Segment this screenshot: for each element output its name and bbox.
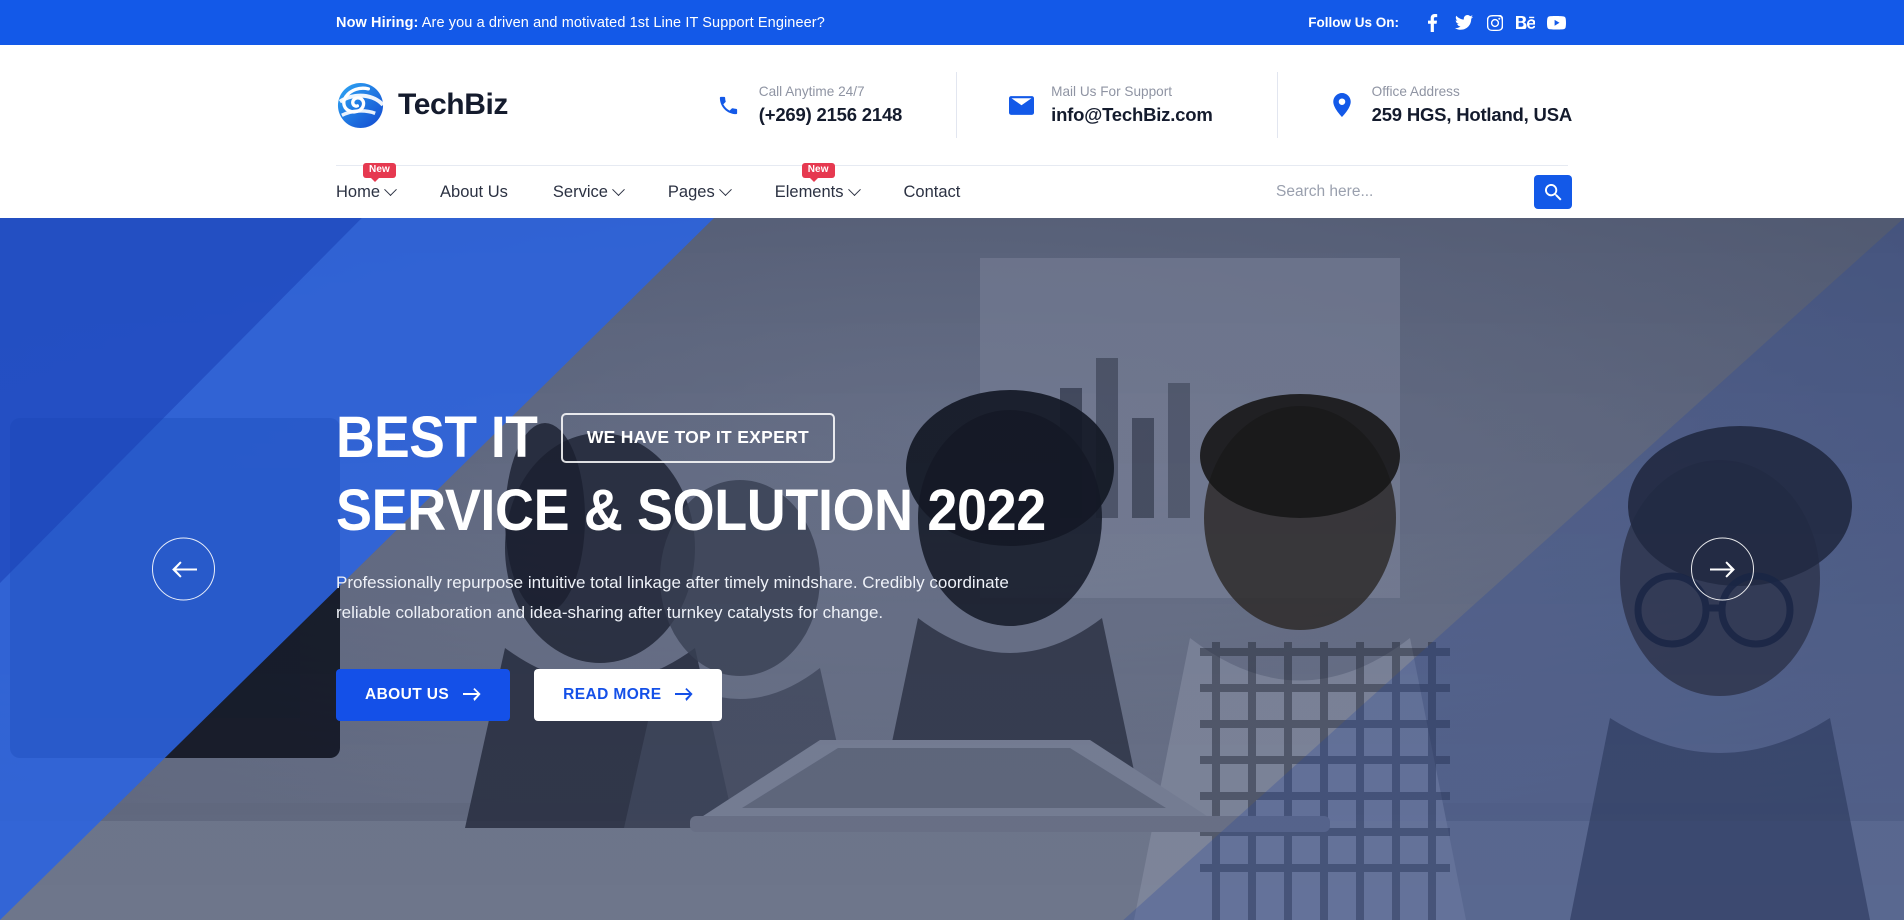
search-input[interactable] <box>1276 183 1534 201</box>
read-more-button[interactable]: READ MORE <box>534 668 723 721</box>
globe-swirl-icon <box>337 82 385 128</box>
hiring-notice: Now Hiring: Are you a driven and motivat… <box>336 15 825 31</box>
carousel-prev-button[interactable] <box>152 537 215 601</box>
nav-item-contact[interactable]: Contact <box>904 183 961 202</box>
hero-headline-row: BEST IT WE HAVE TOP IT EXPERT <box>336 405 1099 471</box>
instagram-icon[interactable] <box>1479 10 1510 36</box>
twitter-icon[interactable] <box>1448 10 1479 36</box>
social-links <box>1417 10 1572 36</box>
social-follow-group: Follow Us On: <box>1308 10 1572 36</box>
phone-icon <box>716 94 742 117</box>
chevron-down-icon <box>718 182 732 196</box>
nav-label-contact: Contact <box>903 182 961 201</box>
behance-icon[interactable] <box>1510 10 1541 36</box>
nav-label-home: Home <box>336 182 381 201</box>
hiring-notice-text: Are you a driven and motivated 1st Line … <box>418 14 825 31</box>
hero-slider: BEST IT WE HAVE TOP IT EXPERT SERVICE & … <box>0 218 1904 920</box>
nav-item-service[interactable]: Service <box>553 183 644 202</box>
contact-phone-label: Call Anytime 24/7 <box>758 84 865 99</box>
header-contact-row: Call Anytime 24/7 (+269) 2156 2148 Mail … <box>666 72 1573 138</box>
site-logo[interactable]: TechBiz <box>336 81 666 130</box>
header-top-row: TechBiz Call Anytime 24/7 (+269) 2156 21… <box>0 45 1904 165</box>
nav-label-service: Service <box>552 182 608 201</box>
contact-address[interactable]: Office Address 259 HGS, Hotland, USA <box>1276 72 1573 138</box>
contact-email[interactable]: Mail Us For Support info@TechBiz.com <box>956 72 1276 138</box>
contact-email-label: Mail Us For Support <box>1051 84 1173 99</box>
chevron-down-icon <box>612 182 625 196</box>
nav-item-home[interactable]: New Home <box>336 162 416 202</box>
logo-text: TechBiz <box>398 88 508 121</box>
nav-badge-elements: New <box>801 162 835 182</box>
contact-phone[interactable]: Call Anytime 24/7 (+269) 2156 2148 <box>692 84 956 126</box>
hero-cta-group: ABOUT US READ MORE <box>336 668 1099 721</box>
hero-title-line-2: SERVICE & SOLUTION 2022 <box>336 477 1046 543</box>
nav-label-about-us: About Us <box>440 182 508 201</box>
envelope-icon <box>1008 95 1034 115</box>
arrow-right-icon <box>675 688 694 702</box>
about-us-button-label: ABOUT US <box>365 685 450 703</box>
header-search <box>1276 175 1572 209</box>
hero-title-line-1: BEST IT <box>336 405 538 471</box>
map-pin-icon <box>1329 93 1355 117</box>
about-us-button[interactable]: ABOUT US <box>336 668 511 721</box>
contact-address-label: Office Address <box>1371 84 1460 99</box>
nav-label-elements: Elements <box>774 182 844 201</box>
search-icon <box>1544 183 1562 201</box>
chevron-down-icon <box>384 182 397 196</box>
top-announcement-bar: Now Hiring: Are you a driven and motivat… <box>0 0 1904 45</box>
read-more-button-label: READ MORE <box>563 685 662 703</box>
header-nav-row: New Home About Us Service Pages New Elem… <box>0 162 1904 218</box>
site-header: TechBiz Call Anytime 24/7 (+269) 2156 21… <box>0 45 1904 218</box>
nav-label-pages: Pages <box>667 182 715 201</box>
search-button[interactable] <box>1534 175 1572 209</box>
nav-item-pages[interactable]: Pages <box>668 183 751 202</box>
hero-description: Professionally repurpose intuitive total… <box>336 573 1009 622</box>
youtube-icon[interactable] <box>1541 10 1572 36</box>
contact-address-value: 259 HGS, Hotland, USA <box>1371 104 1573 125</box>
contact-phone-value: (+269) 2156 2148 <box>758 104 903 125</box>
carousel-next-button[interactable] <box>1691 537 1754 601</box>
nav-badge-home: New <box>363 162 396 182</box>
chevron-down-icon <box>847 182 861 196</box>
hiring-notice-prefix: Now Hiring: <box>336 14 419 31</box>
nav-item-elements[interactable]: New Elements <box>774 162 880 202</box>
contact-email-value: info@TechBiz.com <box>1051 104 1213 125</box>
arrow-right-icon <box>463 688 481 702</box>
main-navigation: New Home About Us Service Pages New Elem… <box>336 162 961 202</box>
facebook-icon[interactable] <box>1417 10 1448 36</box>
hero-content: BEST IT WE HAVE TOP IT EXPERT SERVICE & … <box>336 218 1099 920</box>
arrow-left-icon <box>171 560 197 578</box>
arrow-right-icon <box>1709 560 1735 578</box>
follow-us-label: Follow Us On: <box>1308 15 1399 30</box>
hero-tagline-pill: WE HAVE TOP IT EXPERT <box>560 412 836 463</box>
nav-item-about-us[interactable]: About Us <box>440 183 529 202</box>
